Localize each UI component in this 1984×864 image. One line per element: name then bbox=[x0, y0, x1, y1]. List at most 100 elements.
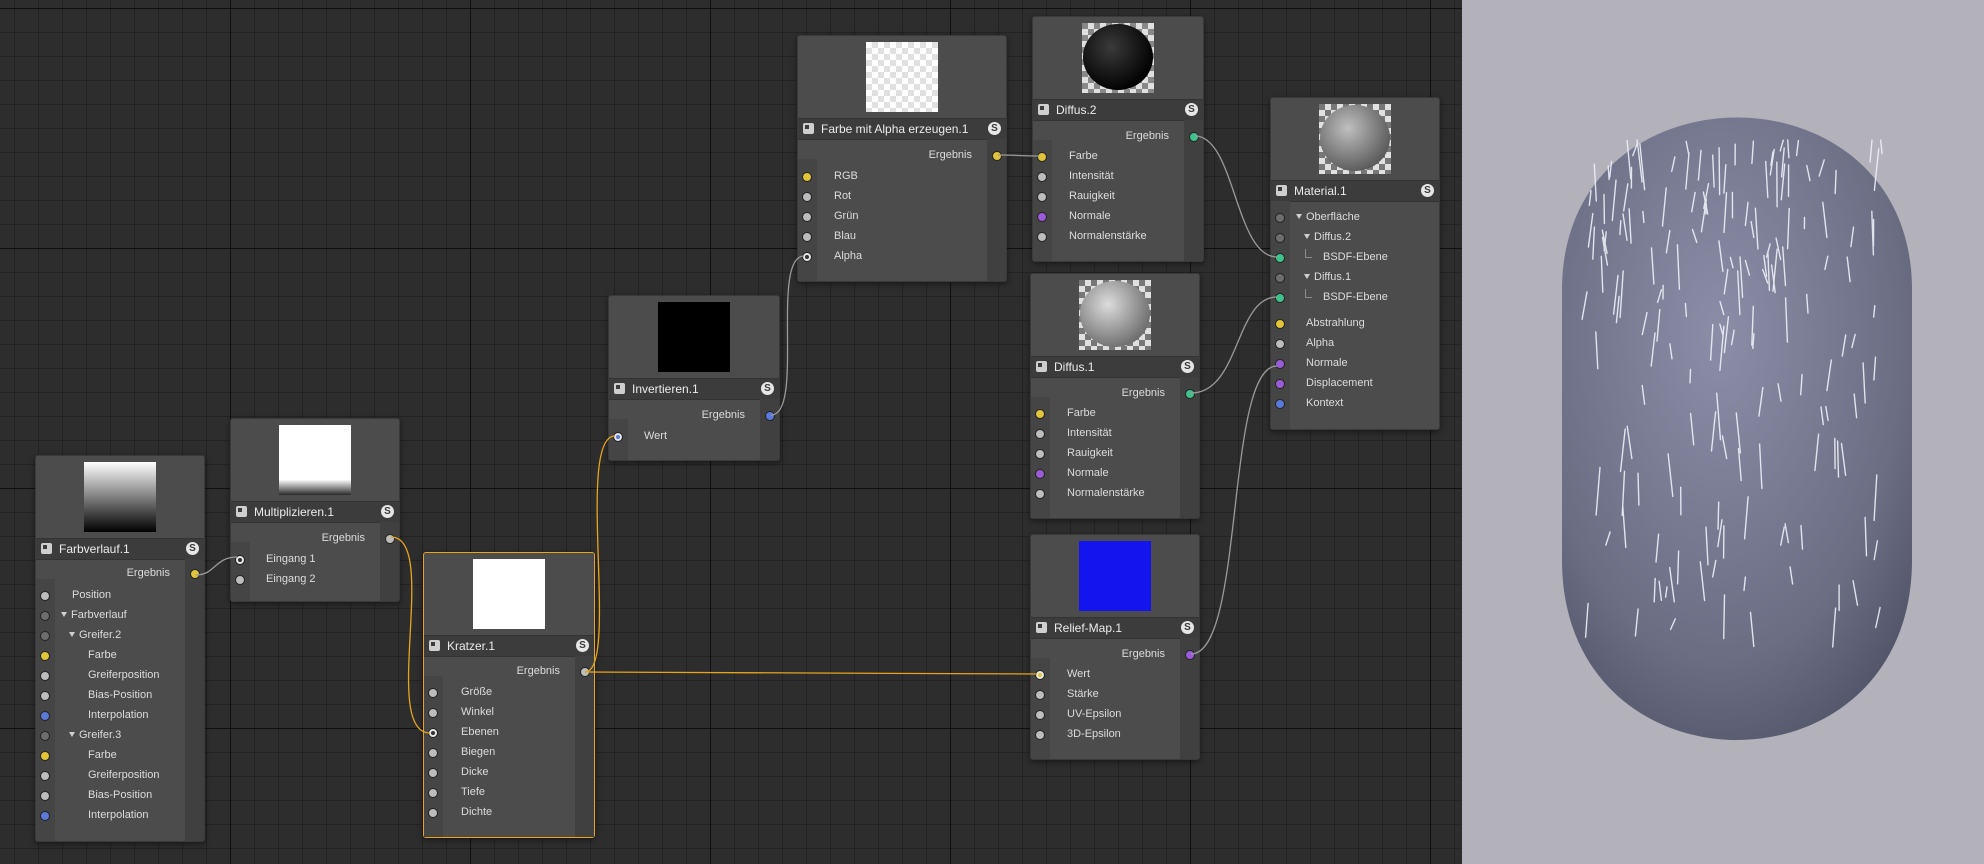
input-port[interactable] bbox=[1035, 690, 1045, 700]
node-header[interactable]: Farbverlauf.1 S bbox=[36, 538, 204, 560]
output-port-ergebnis[interactable] bbox=[992, 151, 1002, 161]
input-port[interactable] bbox=[802, 172, 812, 182]
input-port[interactable] bbox=[428, 808, 438, 818]
solo-badge-icon[interactable]: S bbox=[186, 542, 199, 555]
input-port[interactable] bbox=[1275, 233, 1285, 243]
node-header[interactable]: Material.1 S bbox=[1271, 180, 1439, 202]
input-port[interactable] bbox=[1035, 449, 1045, 459]
input-port[interactable] bbox=[428, 688, 438, 698]
input-port[interactable] bbox=[1275, 213, 1285, 223]
solo-badge-icon[interactable]: S bbox=[1181, 360, 1194, 373]
input-port[interactable] bbox=[428, 728, 438, 738]
input-port[interactable] bbox=[1275, 379, 1285, 389]
node-diffus-1[interactable]: Diffus.1 S Ergebnis Farbe Intensität Rau… bbox=[1030, 273, 1200, 519]
output-port-ergebnis[interactable] bbox=[1189, 132, 1199, 142]
solo-badge-icon[interactable]: S bbox=[761, 382, 774, 395]
input-port[interactable] bbox=[802, 232, 812, 242]
input-port[interactable] bbox=[40, 591, 50, 601]
node-farbverlauf[interactable]: Farbverlauf.1 S Ergebnis Position Farbve… bbox=[35, 455, 205, 842]
solo-badge-icon[interactable]: S bbox=[381, 505, 394, 518]
input-port[interactable] bbox=[40, 731, 50, 741]
expand-triangle-icon[interactable] bbox=[69, 632, 75, 637]
input-port[interactable] bbox=[1275, 273, 1285, 283]
input-port[interactable] bbox=[428, 748, 438, 758]
input-port[interactable] bbox=[40, 671, 50, 681]
node-kratzer[interactable]: Kratzer.1 S Ergebnis Größe Winkel Ebenen… bbox=[423, 552, 595, 838]
node-header[interactable]: Relief-Map.1 S bbox=[1031, 617, 1199, 639]
input-port[interactable] bbox=[428, 768, 438, 778]
output-port-ergebnis[interactable] bbox=[1185, 389, 1195, 399]
expand-triangle-icon[interactable] bbox=[69, 732, 75, 737]
node-material[interactable]: Material.1 S Oberfläche Diffus.2 BSDF-Eb… bbox=[1270, 97, 1440, 430]
input-port[interactable] bbox=[40, 791, 50, 801]
input-port[interactable] bbox=[1037, 152, 1047, 162]
input-port[interactable] bbox=[1037, 192, 1047, 202]
node-multiplizieren[interactable]: Multiplizieren.1 S Ergebnis Eingang 1 Ei… bbox=[230, 418, 400, 602]
input-port[interactable] bbox=[40, 811, 50, 821]
expand-triangle-icon[interactable] bbox=[1304, 274, 1310, 279]
input-port[interactable] bbox=[40, 711, 50, 721]
input-port[interactable] bbox=[235, 555, 245, 565]
node-header[interactable]: Invertieren.1 S bbox=[609, 378, 779, 400]
input-port[interactable] bbox=[802, 252, 812, 262]
node-header[interactable]: Diffus.1 S bbox=[1031, 356, 1199, 378]
input-port[interactable] bbox=[1035, 469, 1045, 479]
input-port[interactable] bbox=[40, 631, 50, 641]
input-port[interactable] bbox=[1035, 489, 1045, 499]
input-port[interactable] bbox=[235, 575, 245, 585]
node-header[interactable]: Kratzer.1 S bbox=[424, 635, 594, 657]
output-port-ergebnis[interactable] bbox=[580, 667, 590, 677]
expand-triangle-icon[interactable] bbox=[61, 612, 67, 617]
node-header[interactable]: Multiplizieren.1 S bbox=[231, 501, 399, 523]
viewport-preview[interactable] bbox=[1462, 0, 1984, 864]
input-port[interactable] bbox=[1037, 232, 1047, 242]
node-farbe-mit-alpha[interactable]: Farbe mit Alpha erzeugen.1 S Ergebnis RG… bbox=[797, 35, 1007, 282]
solo-badge-icon[interactable]: S bbox=[1181, 621, 1194, 634]
solo-badge-icon[interactable]: S bbox=[988, 122, 1001, 135]
output-port-ergebnis[interactable] bbox=[385, 534, 395, 544]
node-invertieren[interactable]: Invertieren.1 S Ergebnis Wert bbox=[608, 295, 780, 461]
input-port[interactable] bbox=[1275, 253, 1285, 263]
output-port-ergebnis[interactable] bbox=[765, 411, 775, 421]
node-editor-canvas[interactable]: Farbverlauf.1 S Ergebnis Position Farbve… bbox=[0, 0, 1462, 864]
input-port[interactable] bbox=[1275, 339, 1285, 349]
input-port[interactable] bbox=[1035, 409, 1045, 419]
input-port[interactable] bbox=[1035, 710, 1045, 720]
input-port[interactable] bbox=[1035, 670, 1045, 680]
input-port[interactable] bbox=[1037, 172, 1047, 182]
group-label[interactable]: Greifer.3 bbox=[69, 729, 121, 741]
node-header[interactable]: Diffus.2 S bbox=[1033, 99, 1203, 121]
input-port[interactable] bbox=[1275, 319, 1285, 329]
group-label[interactable]: Diffus.2 bbox=[1304, 231, 1351, 243]
input-port[interactable] bbox=[613, 432, 623, 442]
input-port[interactable] bbox=[40, 651, 50, 661]
input-port[interactable] bbox=[40, 751, 50, 761]
input-port[interactable] bbox=[428, 708, 438, 718]
solo-badge-icon[interactable]: S bbox=[576, 639, 589, 652]
output-port-ergebnis[interactable] bbox=[190, 569, 200, 579]
group-label[interactable]: Greifer.2 bbox=[69, 629, 121, 641]
output-port-ergebnis[interactable] bbox=[1185, 650, 1195, 660]
input-port[interactable] bbox=[802, 212, 812, 222]
input-port[interactable] bbox=[428, 788, 438, 798]
input-port[interactable] bbox=[1275, 359, 1285, 369]
node-header[interactable]: Farbe mit Alpha erzeugen.1 S bbox=[798, 118, 1006, 140]
node-relief-map[interactable]: Relief-Map.1 S Ergebnis Wert Stärke UV-E… bbox=[1030, 534, 1200, 760]
expand-triangle-icon[interactable] bbox=[1296, 214, 1302, 219]
input-port[interactable] bbox=[1035, 429, 1045, 439]
group-label[interactable]: Diffus.1 bbox=[1304, 271, 1351, 283]
group-label[interactable]: Oberfläche bbox=[1296, 211, 1360, 223]
input-port[interactable] bbox=[40, 771, 50, 781]
input-port[interactable] bbox=[1275, 293, 1285, 303]
input-port[interactable] bbox=[1037, 212, 1047, 222]
group-label[interactable]: Farbverlauf bbox=[61, 609, 127, 621]
input-port[interactable] bbox=[802, 192, 812, 202]
input-port[interactable] bbox=[40, 691, 50, 701]
solo-badge-icon[interactable]: S bbox=[1421, 184, 1434, 197]
input-port[interactable] bbox=[1275, 399, 1285, 409]
node-diffus-2[interactable]: Diffus.2 S Ergebnis Farbe Intensität Rau… bbox=[1032, 16, 1204, 262]
input-port[interactable] bbox=[40, 611, 50, 621]
solo-badge-icon[interactable]: S bbox=[1185, 103, 1198, 116]
input-port[interactable] bbox=[1035, 730, 1045, 740]
expand-triangle-icon[interactable] bbox=[1304, 234, 1310, 239]
